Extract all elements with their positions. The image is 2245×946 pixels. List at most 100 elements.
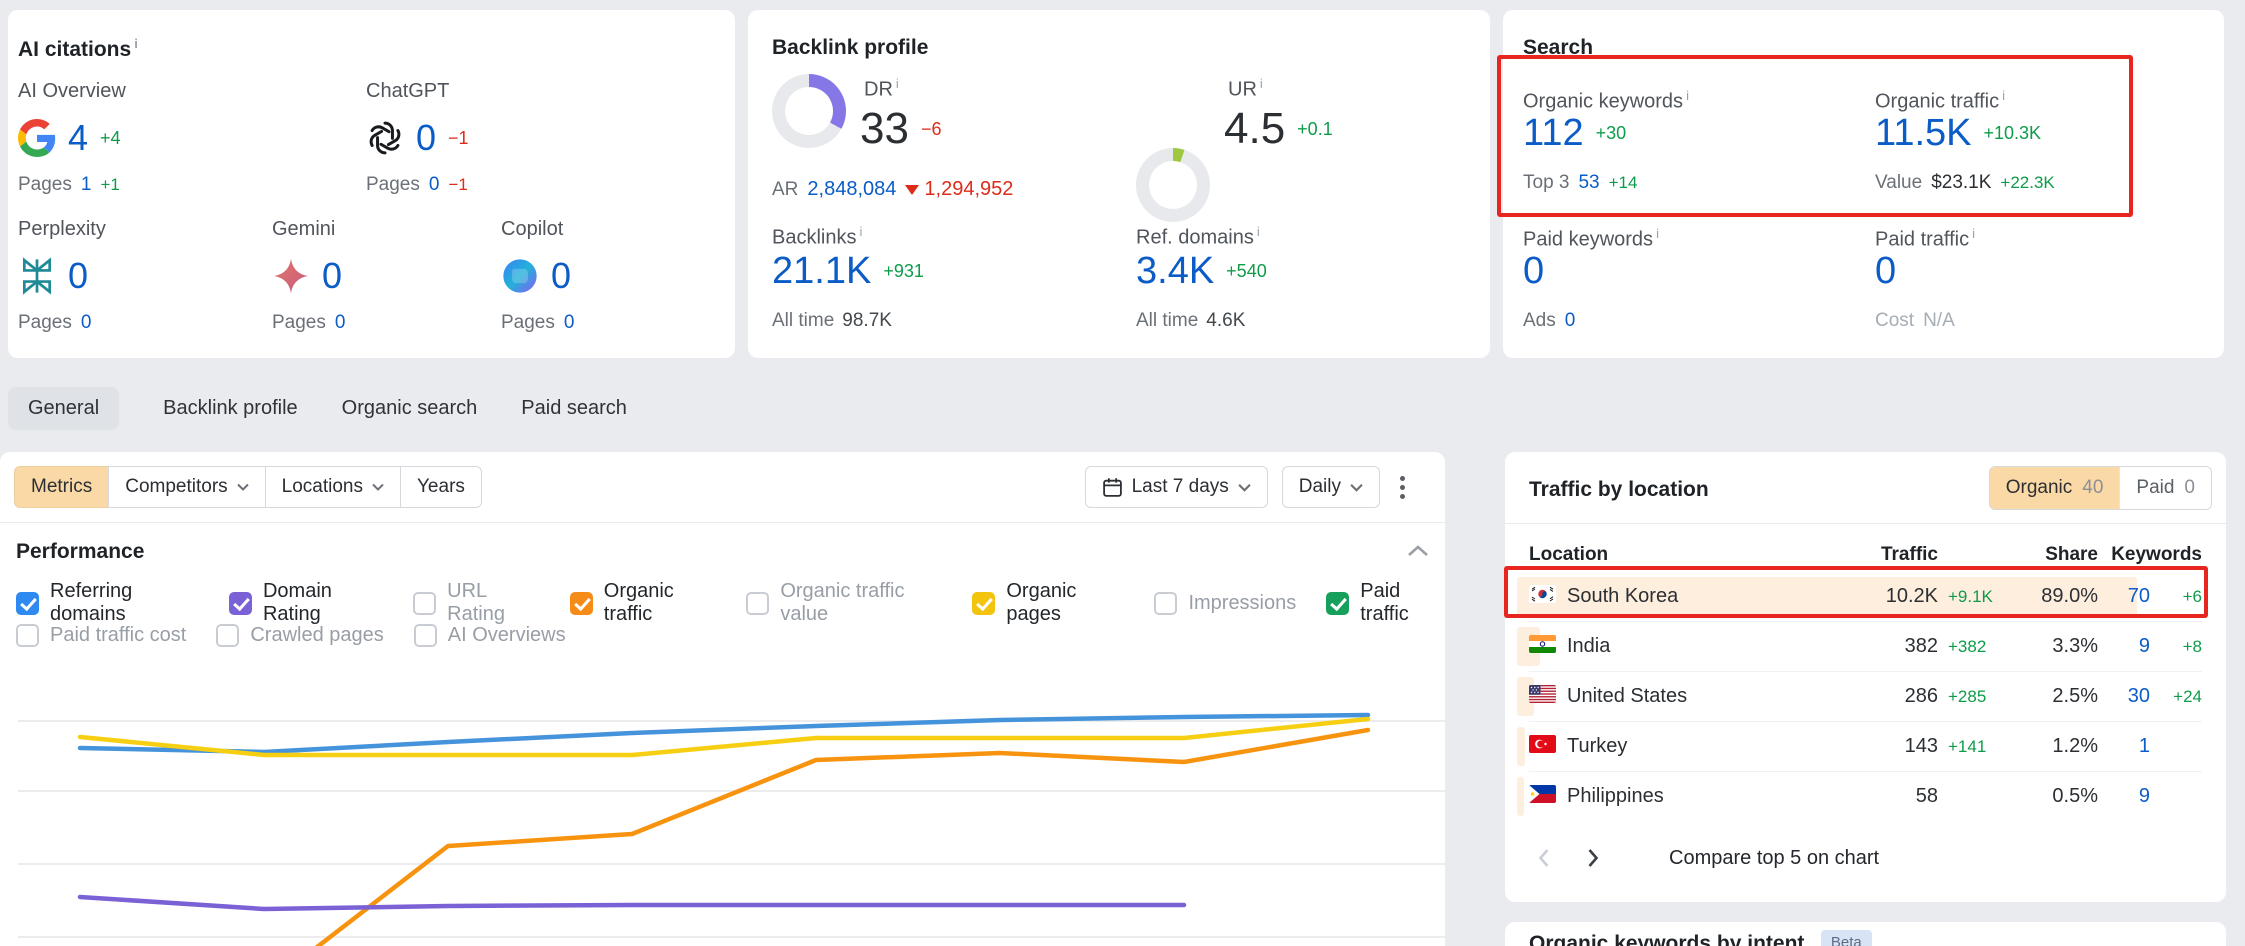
pages-count[interactable]: 0 — [564, 312, 575, 334]
paid-keywords-value[interactable]: 0 — [1523, 250, 1544, 293]
tab-general[interactable]: General — [8, 387, 119, 430]
organic-traffic-value[interactable]: 11.5K — [1875, 112, 1971, 155]
prev-page-icon[interactable] — [1521, 836, 1565, 880]
ur-value: 4.5 — [1224, 104, 1285, 154]
pages-count[interactable]: 0 — [335, 312, 346, 334]
search-title: Search — [1523, 36, 1593, 60]
ur-label: URi — [1228, 76, 1263, 102]
performance-panel: MetricsCompetitorsLocationsYears Last 7 … — [0, 452, 1445, 946]
compare-top5-button[interactable]: Compare top 5 on chart — [1669, 847, 1879, 870]
share-bar — [1517, 777, 1524, 816]
metric-checkbox-referring-domains[interactable]: Referring domains — [16, 580, 199, 626]
top3-value[interactable]: 53 — [1578, 172, 1599, 194]
filter-toolbar: MetricsCompetitorsLocationsYears Last 7 … — [0, 452, 1445, 523]
search-panel: Search Organic keywordsi 112 +30 Top 3 5… — [1503, 10, 2224, 358]
metric-checkbox-paid-traffic-cost[interactable]: Paid traffic cost — [16, 624, 186, 647]
info-icon: i — [1260, 76, 1263, 91]
ai-citations-panel: AI citationsi AI Overview 4 +4 Pages 1 +… — [8, 10, 735, 358]
flag-us — [1529, 685, 1556, 703]
table-row-philippines[interactable]: Philippines 58 0.5% 9 — [1529, 772, 2202, 821]
table-row-turkey[interactable]: Turkey 143 +141 1.2% 1 — [1529, 722, 2202, 772]
keywords-value[interactable]: 1 — [2098, 735, 2150, 758]
metric-checkbox-paid-traffic[interactable]: Paid traffic — [1326, 580, 1445, 626]
filter-button-competitors[interactable]: Competitors — [108, 466, 265, 508]
performance-line-chart[interactable] — [0, 674, 1445, 946]
checkbox-icon — [972, 592, 995, 615]
checkbox-icon — [570, 592, 593, 615]
paid-keywords-label: Paid keywordsi — [1523, 226, 1659, 252]
traffic-value: 10.2K — [1838, 585, 1938, 608]
chevron-down-icon — [237, 483, 249, 491]
citations-count[interactable]: 0 — [322, 255, 342, 297]
metric-checkbox-organic-pages[interactable]: Organic pages — [972, 580, 1124, 626]
paid-traffic-value[interactable]: 0 — [1875, 250, 1896, 293]
chart-line-domain-rating — [80, 897, 1184, 909]
ur-value-row: 4.5 +0.1 — [1224, 104, 1333, 154]
keywords-value[interactable]: 9 — [2098, 635, 2150, 658]
tab-organic-search[interactable]: Organic search — [342, 387, 478, 430]
metric-checkbox-crawled-pages[interactable]: Crawled pages — [216, 624, 383, 647]
keywords-value[interactable]: 30 — [2098, 685, 2150, 708]
granularity-button[interactable]: Daily — [1282, 466, 1380, 508]
checkbox-icon — [413, 592, 436, 615]
citations-delta: +4 — [100, 128, 121, 149]
keywords-value[interactable]: 9 — [2098, 785, 2150, 808]
share-bar — [1517, 727, 1525, 766]
filter-button-metrics[interactable]: Metrics — [14, 466, 109, 508]
collapse-chevron-icon[interactable] — [1407, 544, 1429, 563]
pages-count[interactable]: 0 — [81, 312, 92, 334]
section-tabs: General Backlink profile Organic search Pai… — [8, 387, 627, 430]
share-value: 89.0% — [2006, 585, 2098, 608]
backlinks-delta: +931 — [883, 261, 924, 282]
metric-checkbox-domain-rating[interactable]: Domain Rating — [229, 580, 383, 626]
ahrefs-rank-row: AR 2,848,084 1,294,952 — [772, 178, 1013, 201]
divider — [1505, 523, 2226, 524]
paid-keywords-value-row: 0 — [1523, 250, 1544, 293]
table-row-united-states[interactable]: United States 286 +285 2.5% 30 +24 — [1529, 672, 2202, 722]
backlinks-value[interactable]: 21.1K — [772, 250, 871, 293]
table-row-south-korea[interactable]: South Korea 10.2K +9.1K 89.0% 70 +6 — [1529, 572, 2202, 622]
location-name: India — [1567, 635, 1838, 658]
tab-backlink-profile[interactable]: Backlink profile — [163, 387, 298, 430]
organic-paid-toggle: Organic40Paid0 — [1989, 466, 2212, 510]
ref-domains-value-row: 3.4K +540 — [1136, 250, 1267, 293]
table-row-india[interactable]: India 382 +382 3.3% 9 +8 — [1529, 622, 2202, 672]
pages-count[interactable]: 1 — [81, 174, 92, 196]
toggle-paid[interactable]: Paid0 — [2119, 467, 2211, 509]
info-icon: i — [2002, 88, 2005, 103]
traffic-by-location-title: Traffic by location — [1529, 478, 1709, 502]
keywords-value[interactable]: 70 — [2098, 585, 2150, 608]
pages-count[interactable]: 0 — [429, 174, 440, 196]
ar-value[interactable]: 2,848,084 — [807, 178, 896, 201]
more-options-icon[interactable] — [1394, 470, 1411, 505]
date-range-button[interactable]: Last 7 days — [1085, 466, 1268, 508]
tab-paid-search[interactable]: Paid search — [521, 387, 627, 430]
ai-citation-card: Perplexity 0 Pages 0 — [18, 218, 258, 334]
citations-count[interactable]: 0 — [416, 117, 436, 159]
metric-checkbox-organic-traffic[interactable]: Organic traffic — [570, 580, 717, 626]
organic-keywords-value-row: 112 +30 — [1523, 112, 1626, 155]
citations-count[interactable]: 4 — [68, 117, 88, 159]
filter-button-years[interactable]: Years — [400, 466, 482, 508]
perplexity-icon — [18, 257, 56, 295]
dr-value: 33 — [860, 104, 909, 154]
checkbox-icon — [16, 624, 39, 647]
organic-keywords-value[interactable]: 112 — [1523, 112, 1584, 155]
flag-ph — [1529, 785, 1556, 803]
citations-count[interactable]: 0 — [551, 255, 571, 297]
chevron-down-icon — [1238, 483, 1251, 492]
filter-button-locations[interactable]: Locations — [265, 466, 401, 508]
ref-domains-value[interactable]: 3.4K — [1136, 250, 1214, 293]
ai-citation-card: Gemini 0 Pages 0 — [272, 218, 512, 334]
ads-value[interactable]: 0 — [1565, 310, 1576, 332]
metric-checkbox-url-rating[interactable]: URL Rating — [413, 580, 540, 626]
next-page-icon[interactable] — [1571, 836, 1615, 880]
metric-checkbox-organic-traffic-value[interactable]: Organic traffic value — [746, 580, 942, 626]
metric-checkbox-impressions[interactable]: Impressions — [1154, 592, 1296, 615]
share-value: 0.5% — [2006, 785, 2098, 808]
pages-delta: +1 — [100, 175, 119, 195]
toggle-organic[interactable]: Organic40 — [1990, 467, 2120, 509]
metric-checkbox-ai-overviews[interactable]: AI Overviews — [414, 624, 566, 647]
citations-count[interactable]: 0 — [68, 255, 88, 297]
table-footer: Compare top 5 on chart — [1521, 836, 1879, 880]
